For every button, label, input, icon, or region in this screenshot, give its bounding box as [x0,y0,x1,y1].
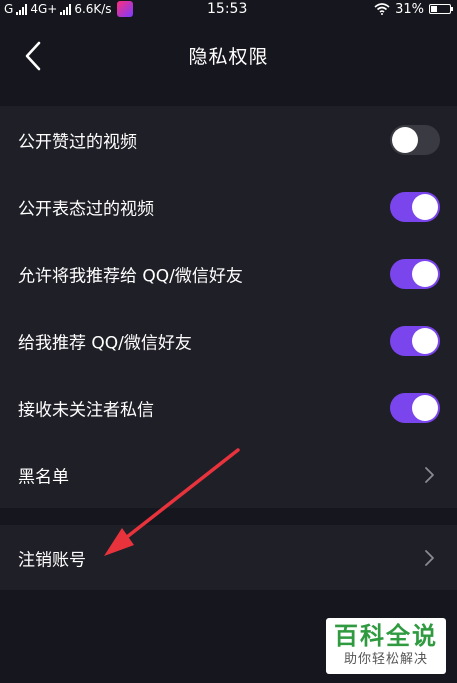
page-title: 隐私权限 [188,46,269,68]
privacy-settings-group: 公开赞过的视频 公开表态过的视频 允许将我推荐给 QQ/微信好友 给我推荐 QQ… [0,106,457,508]
setting-row-blacklist[interactable]: 黑名单 [0,441,457,508]
status-left: G 4G+ 6.6K/s [4,0,133,18]
toggle-knob [412,193,438,220]
chevron-right-icon [425,466,434,483]
signal-bars-icon [60,3,72,15]
stranger-messages-toggle[interactable] [390,392,440,423]
public-liked-videos-toggle[interactable] [390,124,440,155]
signal-bars-icon [16,3,28,15]
watermark-subtitle: 助你轻松解决 [343,652,428,667]
recommend-me-toggle[interactable] [390,258,440,289]
network-speed: 6.6K/s [74,2,112,16]
setting-row-public-liked-videos: 公开赞过的视频 [0,106,457,173]
toggle-knob [412,394,438,421]
status-right: 31% [374,0,453,18]
status-time: 15:53 [207,1,248,17]
setting-row-delete-account[interactable]: 注销账号 [0,525,457,590]
account-settings-group: 注销账号 [0,525,457,590]
setting-row-recommend-me: 允许将我推荐给 QQ/微信好友 [0,240,457,307]
setting-label: 给我推荐 QQ/微信好友 [18,333,192,353]
toggle-knob [392,126,418,153]
toggle-knob [412,260,438,287]
setting-label: 公开赞过的视频 [18,132,137,152]
setting-label: 接收未关注者私信 [18,400,154,420]
watermark-logo: 百科全说 助你轻松解决 [326,618,446,674]
watermark-title: 百科全说 [334,622,438,650]
battery-percent: 31% [395,1,424,17]
setting-label: 允许将我推荐给 QQ/微信好友 [18,266,243,286]
app-notification-icon [116,1,133,17]
setting-label: 注销账号 [18,550,86,570]
setting-label: 公开表态过的视频 [18,199,154,219]
toggle-knob [412,327,438,354]
recommend-friends-toggle[interactable] [390,325,440,356]
wifi-icon [374,3,390,15]
battery-fill [431,6,437,12]
network-4g-label: 4G+ [30,2,58,16]
nav-bar: 隐私权限 [0,18,457,94]
public-reacted-videos-toggle[interactable] [390,191,440,222]
setting-row-stranger-messages: 接收未关注者私信 [0,374,457,441]
chevron-right-icon [425,549,434,566]
setting-row-recommend-friends: 给我推荐 QQ/微信好友 [0,307,457,374]
setting-row-public-reacted-videos: 公开表态过的视频 [0,173,457,240]
network-type-label: G [4,2,14,16]
battery-icon [429,4,453,14]
status-bar: G 4G+ 6.6K/s 15:53 31% [0,0,457,18]
setting-label: 黑名单 [18,467,69,487]
